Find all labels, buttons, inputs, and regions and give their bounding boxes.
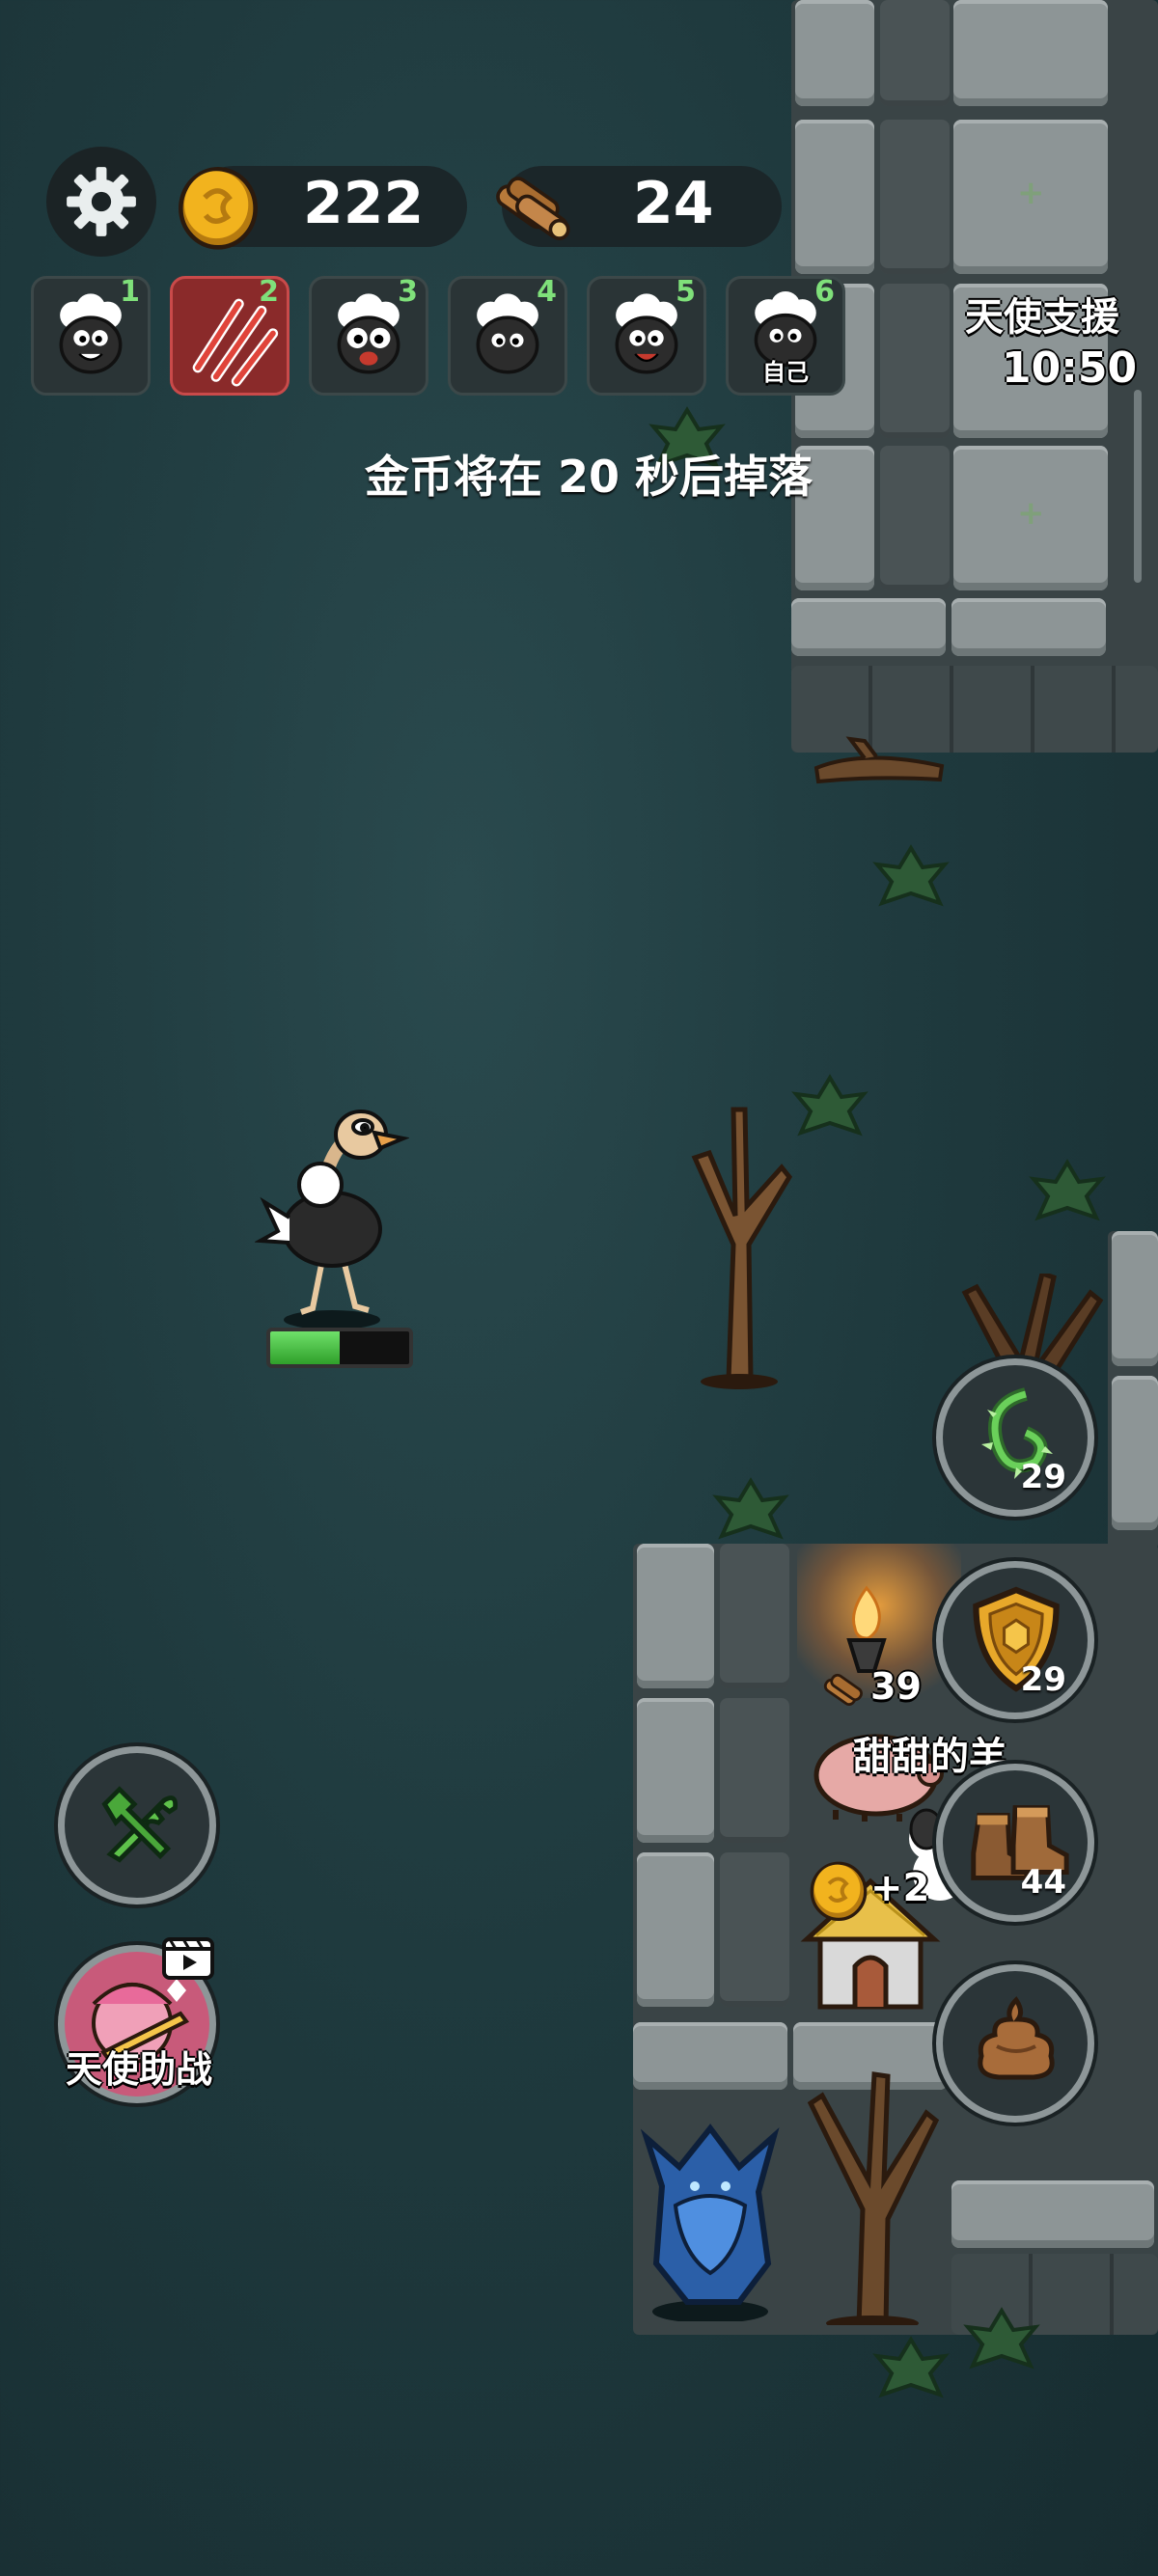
- slot-number: 4: [537, 275, 557, 309]
- poop-button[interactable]: [936, 1964, 1094, 2123]
- angel-assist-label: 天使助战: [65, 2048, 212, 2091]
- player-slot-4[interactable]: 4: [448, 275, 567, 396]
- player-health-bar: [266, 1328, 413, 1368]
- coin-icon: [810, 1861, 868, 1922]
- bush-decoration: [963, 2307, 1040, 2370]
- bush-decoration: [791, 1074, 868, 1137]
- video-ad-icon: [162, 1937, 214, 1980]
- player-slot-3[interactable]: 3: [309, 275, 428, 396]
- dead-tree-decoration: [807, 2071, 940, 2325]
- slot-number: 2: [259, 275, 279, 309]
- angel-support-timer: 10:50: [1002, 343, 1138, 393]
- self-label: 自己: [762, 359, 809, 386]
- poop-icon: [978, 1996, 1055, 2080]
- angel-support-label: 天使支援: [965, 295, 1119, 340]
- gear-icon: [67, 167, 136, 236]
- slot-number: 1: [120, 275, 140, 309]
- thorn-vine-button[interactable]: 29: [936, 1358, 1094, 1517]
- werewolf-enemy: [640, 2124, 780, 2321]
- build-button[interactable]: [58, 1746, 216, 1905]
- shield-button[interactable]: 29: [936, 1561, 1094, 1719]
- player-slot-6[interactable]: 6 自己: [726, 275, 845, 396]
- coin-icon: [179, 167, 258, 250]
- wood-logs-icon: [823, 1673, 863, 1707]
- wood-cost-value: 39: [870, 1665, 922, 1708]
- player-slot-1[interactable]: 1: [31, 275, 151, 396]
- boots-count: 44: [1020, 1863, 1066, 1902]
- bush-decoration: [712, 1477, 789, 1540]
- stone-wall-right-edge: [1108, 1231, 1158, 1549]
- coin-drop-message: 金币将在 20 秒后掉落: [364, 451, 813, 503]
- slot-number: 6: [814, 275, 835, 309]
- thorn-vine-count: 29: [1020, 1458, 1066, 1496]
- gold-value: 222: [303, 170, 425, 237]
- slot-number: 5: [676, 275, 696, 309]
- bush-decoration: [1029, 1159, 1106, 1221]
- bush-decoration: [872, 844, 950, 907]
- dead-tree-decoration: [691, 1107, 793, 1389]
- settings-button[interactable]: [46, 147, 156, 257]
- torch-icon: [846, 1585, 887, 1673]
- boots-button[interactable]: 44: [936, 1764, 1094, 1922]
- fallen-log-decoration: [813, 736, 945, 784]
- coin-bonus-label: +2: [870, 1866, 930, 1910]
- slot-number: 3: [398, 275, 418, 309]
- player-slot-2[interactable]: 2: [170, 275, 290, 396]
- ostrich-character: [255, 1110, 409, 1328]
- bush-decoration: [872, 2336, 950, 2398]
- wood-value: 24: [633, 170, 714, 237]
- player-slot-5[interactable]: 5: [587, 275, 706, 396]
- health-bar-fill: [270, 1331, 340, 1364]
- wrench-hammer-icon: [101, 1786, 179, 1863]
- wood-logs-icon: [496, 177, 570, 240]
- shield-count: 29: [1020, 1660, 1066, 1699]
